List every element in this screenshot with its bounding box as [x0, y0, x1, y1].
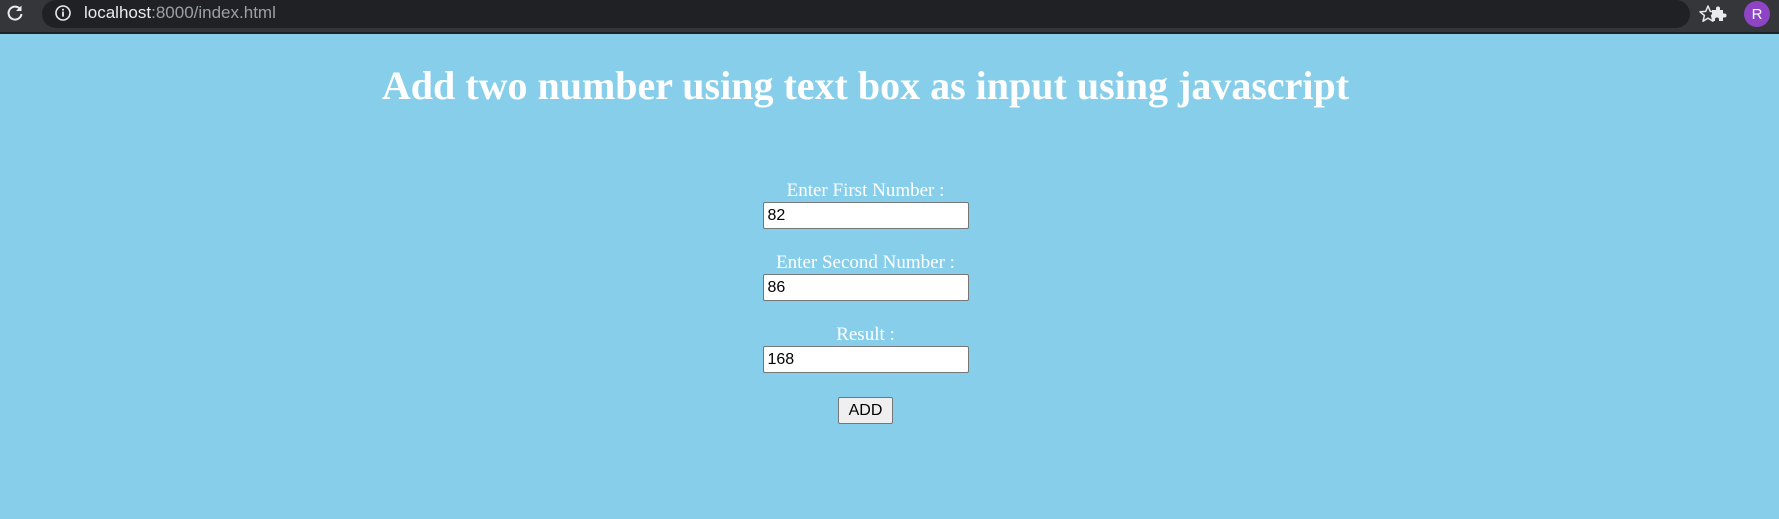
url-text[interactable]: localhost:8000/index.html [84, 3, 276, 23]
page-title: Add two number using text box as input u… [381, 63, 1350, 108]
first-number-label: Enter First Number : [786, 180, 945, 201]
reload-icon[interactable] [4, 2, 26, 24]
first-number-input[interactable] [762, 202, 969, 229]
address-bar[interactable]: localhost:8000/index.html [42, 0, 1717, 28]
info-icon[interactable] [54, 4, 72, 22]
result-label: Result : [836, 324, 895, 345]
browser-toolbar: localhost:8000/index.html R [0, 0, 1779, 34]
result-input[interactable] [762, 346, 969, 373]
second-number-input[interactable] [762, 274, 969, 301]
url-host: localhost [84, 3, 152, 22]
second-number-label: Enter Second Number : [776, 252, 955, 273]
add-button[interactable]: ADD [837, 397, 894, 424]
url-path: :8000/index.html [151, 3, 276, 22]
avatar[interactable]: R [1744, 1, 1770, 27]
puzzle-icon[interactable] [1706, 2, 1730, 26]
avatar-letter: R [1751, 5, 1763, 23]
add-numbers-form: Enter First Number : Enter Second Number… [0, 180, 1731, 424]
